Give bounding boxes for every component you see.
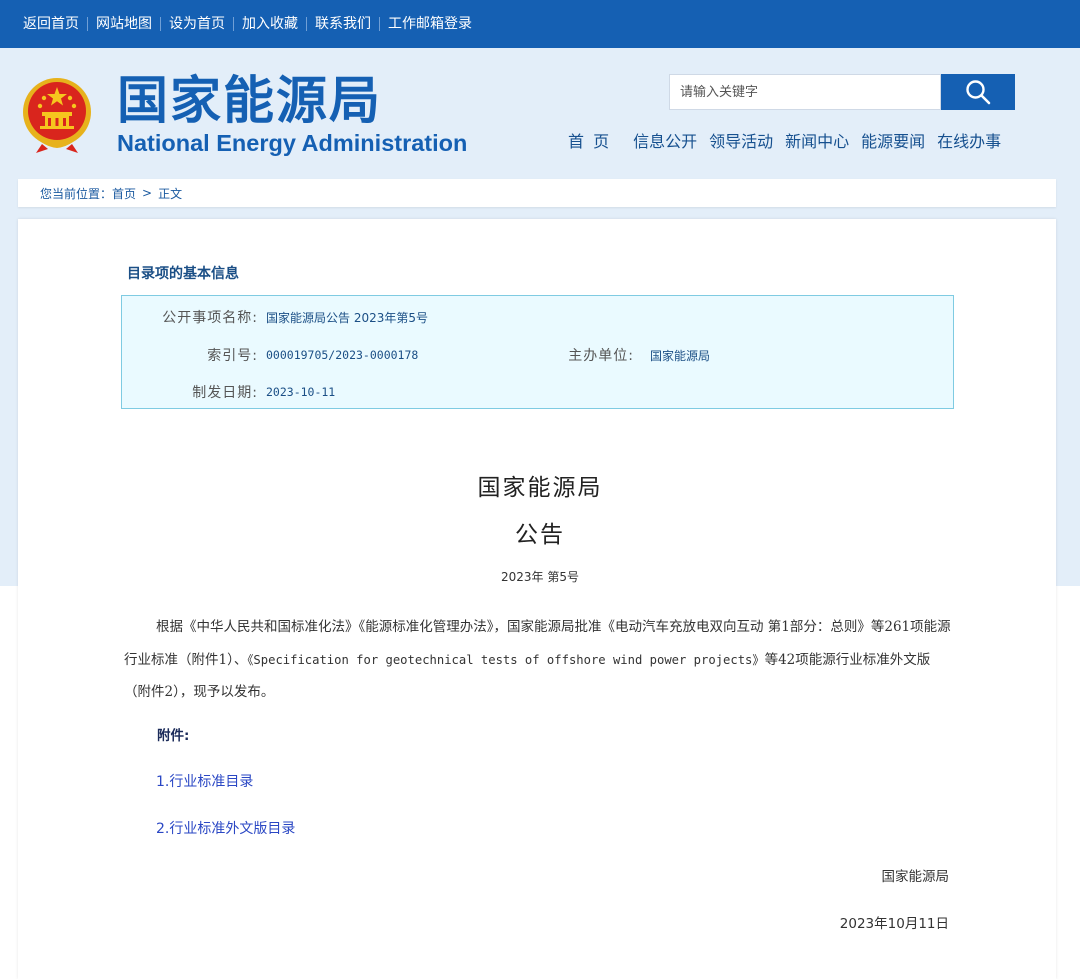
search-bar [669, 74, 1015, 110]
attachment-link-1[interactable]: 1.行业标准目录 [156, 771, 253, 791]
top-link-bookmark[interactable]: 加入收藏 [234, 16, 306, 32]
search-button[interactable] [941, 74, 1015, 110]
search-icon [966, 80, 991, 105]
signature-org: 国家能源局 [881, 869, 950, 885]
info-date-value: 2023-10-11 [266, 385, 336, 399]
breadcrumb-separator: > [142, 186, 153, 200]
breadcrumb-current: 正文 [158, 186, 183, 201]
document-body: 根据《中华人民共和国标准化法》《能源标准化管理办法》，国家能源局批准《电动汽车充… [124, 611, 954, 709]
nav-home[interactable]: 首 页 [568, 131, 611, 153]
breadcrumb-prefix: 您当前位置： [40, 186, 113, 201]
info-row-item: 公开事项名称: 国家能源局公告 2023年第5号 [122, 307, 428, 327]
info-heading: 目录项的基本信息 [127, 266, 239, 282]
info-org-label: 主办单位: [568, 348, 634, 364]
breadcrumb: 您当前位置： 首页 > 正文 [18, 179, 1056, 207]
attachments-label: 附件: [157, 728, 190, 744]
document-number: 2023年 第5号 [501, 570, 579, 584]
main-nav: 首 页 信息公开 领导活动 新闻中心 能源要闻 在线办事 [568, 131, 1001, 153]
nav-info-disclosure[interactable]: 信息公开 [633, 131, 697, 153]
info-item-value: 国家能源局公告 2023年第5号 [266, 310, 428, 325]
info-index-label: 索引号: [207, 348, 258, 364]
top-link-contact[interactable]: 联系我们 [307, 16, 379, 32]
top-link-set-homepage[interactable]: 设为首页 [161, 16, 233, 32]
top-link-home[interactable]: 返回首页 [15, 16, 87, 32]
info-box: 公开事项名称: 国家能源局公告 2023年第5号 索引号: 000019705/… [121, 295, 954, 409]
attachment-link-2[interactable]: 2.行业标准外文版目录 [156, 818, 295, 838]
search-input[interactable] [669, 74, 941, 110]
body-text-2: 《Specification for geotechnical tests of… [247, 652, 765, 667]
nav-news-center[interactable]: 新闻中心 [785, 131, 849, 153]
info-row-date: 制发日期: 2023-10-11 [122, 382, 335, 402]
nav-energy-news[interactable]: 能源要闻 [861, 131, 925, 153]
document-subtitle: 公告 [515, 522, 565, 548]
signature-date: 2023年10月11日 [839, 916, 949, 932]
info-row-org: 主办单位: 国家能源局 [506, 345, 710, 365]
national-emblem-logo[interactable] [18, 74, 96, 154]
info-index-value: 000019705/2023-0000178 [266, 348, 419, 362]
info-item-label: 公开事项名称: [162, 310, 258, 326]
info-date-label: 制发日期: [192, 385, 258, 401]
top-link-sitemap[interactable]: 网站地图 [88, 16, 160, 32]
top-link-webmail[interactable]: 工作邮箱登录 [380, 16, 480, 32]
info-org-value: 国家能源局 [650, 348, 711, 363]
site-title-en: National Energy Administration [117, 130, 468, 156]
top-links: 返回首页 网站地图 设为首页 加入收藏 联系我们 工作邮箱登录 [0, 16, 480, 32]
breadcrumb-home-link[interactable]: 首页 [112, 185, 136, 202]
document-title: 国家能源局 [477, 475, 603, 501]
top-bar: 返回首页 网站地图 设为首页 加入收藏 联系我们 工作邮箱登录 [0, 0, 1080, 48]
nav-leadership-activities[interactable]: 领导活动 [709, 131, 773, 153]
site-title-cn: 国家能源局 [117, 72, 383, 131]
info-row-index: 索引号: 000019705/2023-0000178 [122, 345, 418, 365]
nav-online-services[interactable]: 在线办事 [937, 131, 1001, 153]
